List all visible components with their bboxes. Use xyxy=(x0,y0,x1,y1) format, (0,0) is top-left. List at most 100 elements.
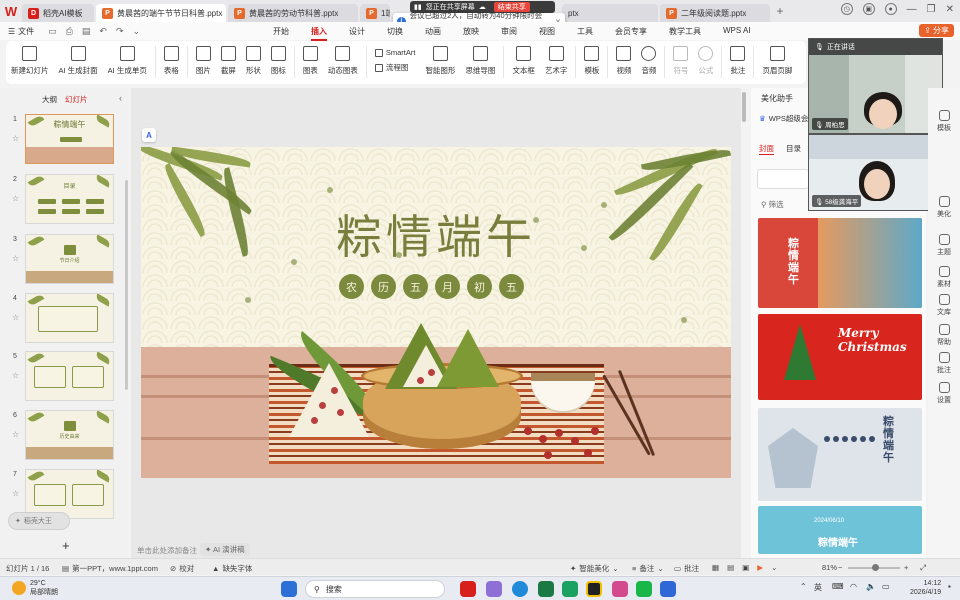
ribbon-button[interactable]: 表格 xyxy=(159,46,184,76)
new-tab-button[interactable]: + xyxy=(772,4,788,18)
add-slide-button[interactable]: + xyxy=(62,538,70,553)
template-search-input[interactable] xyxy=(757,169,809,189)
preview-icon[interactable]: ▤ xyxy=(82,26,91,37)
ribbon-button[interactable]: 新建幻灯片 xyxy=(6,46,54,76)
menu-item[interactable]: 动画 xyxy=(414,26,452,37)
side-tool[interactable]: 模板 xyxy=(928,110,960,133)
excel-icon[interactable] xyxy=(562,581,578,597)
ai-assistant-icon[interactable]: A xyxy=(142,128,156,142)
menu-item[interactable]: 开始 xyxy=(262,26,300,37)
ribbon-button[interactable]: 思维导图 xyxy=(460,46,500,76)
side-tool[interactable]: 帮助 xyxy=(928,324,960,347)
tab-doc-5[interactable]: P 二年级阅读题.pptx xyxy=(660,4,770,22)
notification-icon[interactable]: ▪ xyxy=(948,582,951,591)
template-card-3[interactable]: 粽情端午 xyxy=(758,408,922,501)
tab-toc[interactable]: 目录 xyxy=(786,143,801,155)
menu-item[interactable]: WPS AI xyxy=(712,26,762,37)
tray-chevron-icon[interactable]: ⌃ xyxy=(800,582,807,591)
layout-icon[interactable]: ▣ xyxy=(862,3,875,15)
close-window-icon[interactable]: ✕ xyxy=(946,4,954,15)
side-tool[interactable]: 批注 xyxy=(928,352,960,375)
menu-item[interactable]: 设计 xyxy=(338,26,376,37)
side-tool[interactable]: 主题 xyxy=(928,234,960,257)
comments-button[interactable]: ▭ 批注 xyxy=(674,563,699,574)
tab-doc-2[interactable]: P 黄晨茜的劳动节科普.pptx xyxy=(228,4,358,22)
edge-icon[interactable] xyxy=(512,581,528,597)
slide-subtitle[interactable]: 农历五月初五 xyxy=(339,274,524,299)
menu-item[interactable]: 切换 xyxy=(376,26,414,37)
slide-thumbnail[interactable]: 历史由来 xyxy=(25,410,114,460)
smartart-button[interactable]: SmartArt xyxy=(374,48,415,57)
template-card-4[interactable]: 2024/06/10 粽情端午 xyxy=(758,506,922,554)
wps-taskbar-icon[interactable] xyxy=(460,581,476,597)
volume-icon[interactable]: 🔈 xyxy=(866,582,876,591)
panel-scrollbar[interactable] xyxy=(125,180,128,390)
history-icon[interactable]: ◷ xyxy=(840,3,853,15)
zoom-level[interactable]: 81% xyxy=(822,563,837,572)
tab-doc-1[interactable]: P 黄晨茜的端午节节日科普.pptx ✕ xyxy=(96,4,226,22)
ribbon-button[interactable]: AI 生成单页 xyxy=(103,46,152,76)
ribbon-button[interactable]: 截屏 xyxy=(216,46,241,76)
theme-name[interactable]: ▤ 第一PPT，www.1ppt.com xyxy=(62,563,158,574)
star-icon[interactable]: ☆ xyxy=(12,254,19,263)
template-card-2[interactable]: Merry Christmas xyxy=(758,314,922,400)
ribbon-button[interactable]: 视频 xyxy=(611,46,636,76)
file-menu[interactable]: ☰ 文件 xyxy=(8,26,34,37)
weather-widget[interactable]: 29°C 局部晴朗 xyxy=(30,579,58,597)
side-tool[interactable]: 文库 xyxy=(928,294,960,317)
smart-beautify-button[interactable]: ✦ 智能美化 ⌄ xyxy=(570,563,619,574)
wifi-icon[interactable]: ◠ xyxy=(850,582,857,591)
normal-view-icon[interactable]: ▦ xyxy=(712,563,719,572)
reading-view-icon[interactable]: ▣ xyxy=(742,563,749,572)
menu-item[interactable]: 视图 xyxy=(528,26,566,37)
qq-icon[interactable] xyxy=(586,581,602,597)
ime-indicator[interactable]: 英 xyxy=(814,582,822,593)
ai-script-button[interactable]: ✦ AI 演讲稿 xyxy=(200,543,250,556)
play-icon[interactable]: ▶ xyxy=(757,563,763,572)
video-tile-1[interactable]: 🎙 正在讲话 🎙 周柏思 xyxy=(808,38,943,134)
zoom-handle[interactable] xyxy=(872,564,879,571)
slide-thumbnail[interactable]: 节日介绍 xyxy=(25,234,114,284)
slide-canvas[interactable]: 粽情端午 农历五月初五 xyxy=(141,147,731,478)
share-button[interactable]: ⇪ 分享 xyxy=(919,24,954,37)
ribbon-button[interactable]: 批注 xyxy=(725,46,750,76)
slide-thumbnail[interactable] xyxy=(25,351,114,401)
clock[interactable]: 14:12 2026/4/19 xyxy=(910,579,941,597)
menu-item[interactable]: 审阅 xyxy=(490,26,528,37)
ribbon-button[interactable]: 公式 xyxy=(693,46,718,76)
menu-item[interactable]: 教学工具 xyxy=(658,26,712,37)
star-icon[interactable]: ☆ xyxy=(12,134,19,143)
menu-item[interactable]: 放映 xyxy=(452,26,490,37)
avatar-icon[interactable]: ● xyxy=(884,3,897,15)
tab-doc-3[interactable]: P 1端午 xyxy=(360,4,390,22)
ribbon-button[interactable]: AI 生成封面 xyxy=(54,46,103,76)
slide-thumbnail[interactable]: 粽情端午 xyxy=(25,114,114,164)
flowchart-button[interactable]: 流程图 xyxy=(374,62,416,73)
filter-button[interactable]: ⚲ 筛选 xyxy=(761,199,784,210)
input-icon[interactable]: ⌨ xyxy=(832,582,844,591)
notes-button[interactable]: ≡ 备注 ⌄ xyxy=(632,563,664,574)
wechat-icon[interactable] xyxy=(636,581,652,597)
video-tile-2[interactable]: 🎙 58级龚海平 xyxy=(808,134,943,211)
store-icon[interactable] xyxy=(538,581,554,597)
menu-item[interactable]: 工具 xyxy=(566,26,604,37)
tab-home[interactable]: D 稻壳AI模板 xyxy=(22,4,94,22)
zoom-out-icon[interactable]: − xyxy=(838,563,842,572)
taskbar-search[interactable]: ⚲ 搜索 xyxy=(305,580,445,598)
slide-sorter-icon[interactable]: ▤ xyxy=(727,563,734,572)
side-tool[interactable]: 美化 xyxy=(928,196,960,219)
tab-slides[interactable]: 幻灯片 xyxy=(65,94,88,105)
slide-title[interactable]: 粽情端午 xyxy=(141,201,731,267)
tab-outline[interactable]: 大纲 xyxy=(42,94,57,105)
minimize-icon[interactable]: — xyxy=(907,4,917,15)
start-icon[interactable] xyxy=(281,581,297,597)
app-icon[interactable] xyxy=(612,581,628,597)
print-icon[interactable]: ⎙ xyxy=(66,26,73,37)
restore-icon[interactable]: ❐ xyxy=(927,4,936,15)
app-icon[interactable] xyxy=(486,581,502,597)
ribbon-button[interactable]: 动态图表 xyxy=(323,46,363,76)
fit-icon[interactable]: ⤢ xyxy=(920,563,926,573)
undo-icon[interactable]: ↶ xyxy=(99,26,107,37)
ribbon-button[interactable]: 图标 xyxy=(266,46,291,76)
battery-icon[interactable]: ▭ xyxy=(882,582,890,591)
